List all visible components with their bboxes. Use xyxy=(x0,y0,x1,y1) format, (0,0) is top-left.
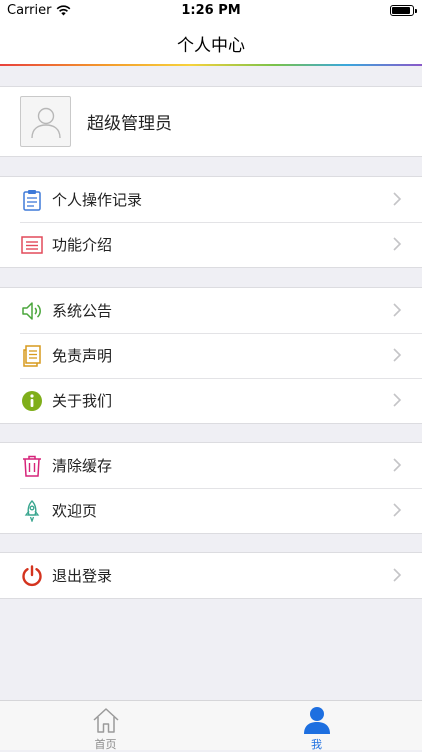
menu-item-disclaimer[interactable]: 免责声明 xyxy=(0,333,422,378)
battery-icon xyxy=(390,5,417,16)
chevron-right-icon xyxy=(393,503,402,517)
info-icon xyxy=(21,390,43,412)
tab-home[interactable]: 首页 xyxy=(0,701,211,751)
menu-label: 功能介绍 xyxy=(52,236,113,254)
power-icon xyxy=(21,564,43,587)
chevron-right-icon xyxy=(393,393,402,407)
chevron-right-icon xyxy=(393,303,402,317)
menu-label: 关于我们 xyxy=(52,392,113,410)
rocket-icon xyxy=(21,499,43,522)
rainbow-divider xyxy=(0,64,422,66)
home-icon xyxy=(93,708,119,733)
menu-label: 个人操作记录 xyxy=(52,191,143,209)
trash-icon xyxy=(21,455,43,477)
menu-item-welcome-page[interactable]: 欢迎页 xyxy=(0,488,422,533)
list-icon xyxy=(21,234,43,256)
profile-card[interactable]: 超级管理员 xyxy=(0,86,422,157)
chevron-right-icon xyxy=(393,568,402,582)
clipboard-icon xyxy=(21,189,43,211)
menu-label: 欢迎页 xyxy=(52,502,98,520)
status-time: 1:26 PM xyxy=(181,3,241,18)
tab-bar: 首页 我 xyxy=(0,700,422,751)
tab-me[interactable]: 我 xyxy=(211,701,422,751)
user-placeholder-icon xyxy=(30,107,61,138)
chevron-right-icon xyxy=(393,348,402,362)
menu-label: 清除缓存 xyxy=(52,457,113,475)
menu-item-operation-log[interactable]: 个人操作记录 xyxy=(0,177,422,222)
menu-item-announcement[interactable]: 系统公告 xyxy=(0,288,422,333)
chevron-right-icon xyxy=(393,458,402,472)
status-bar: Carrier 1:26 PM xyxy=(0,0,422,22)
menu-label: 免责声明 xyxy=(52,347,113,365)
chevron-right-icon xyxy=(393,237,402,251)
menu-group-records: 个人操作记录 功能介绍 xyxy=(0,176,422,268)
nav-bar: 个人中心 xyxy=(0,22,422,64)
page-title: 个人中心 xyxy=(177,35,245,56)
menu-group-logout: 退出登录 xyxy=(0,552,422,599)
menu-group-info: 系统公告 免责声明 关于我们 xyxy=(0,287,422,424)
profile-name: 超级管理员 xyxy=(87,114,172,134)
menu-label: 退出登录 xyxy=(52,567,113,585)
menu-group-cache: 清除缓存 欢迎页 xyxy=(0,442,422,534)
user-icon xyxy=(304,707,330,734)
menu-label: 系统公告 xyxy=(52,302,113,320)
avatar[interactable] xyxy=(20,96,71,147)
document-icon xyxy=(21,344,43,367)
speaker-icon xyxy=(21,300,43,322)
chevron-right-icon xyxy=(393,192,402,206)
menu-item-clear-cache[interactable]: 清除缓存 xyxy=(0,443,422,488)
menu-item-feature-intro[interactable]: 功能介绍 xyxy=(0,222,422,267)
battery-level xyxy=(392,7,410,14)
menu-item-about-us[interactable]: 关于我们 xyxy=(0,378,422,423)
menu-item-logout[interactable]: 退出登录 xyxy=(0,553,422,598)
